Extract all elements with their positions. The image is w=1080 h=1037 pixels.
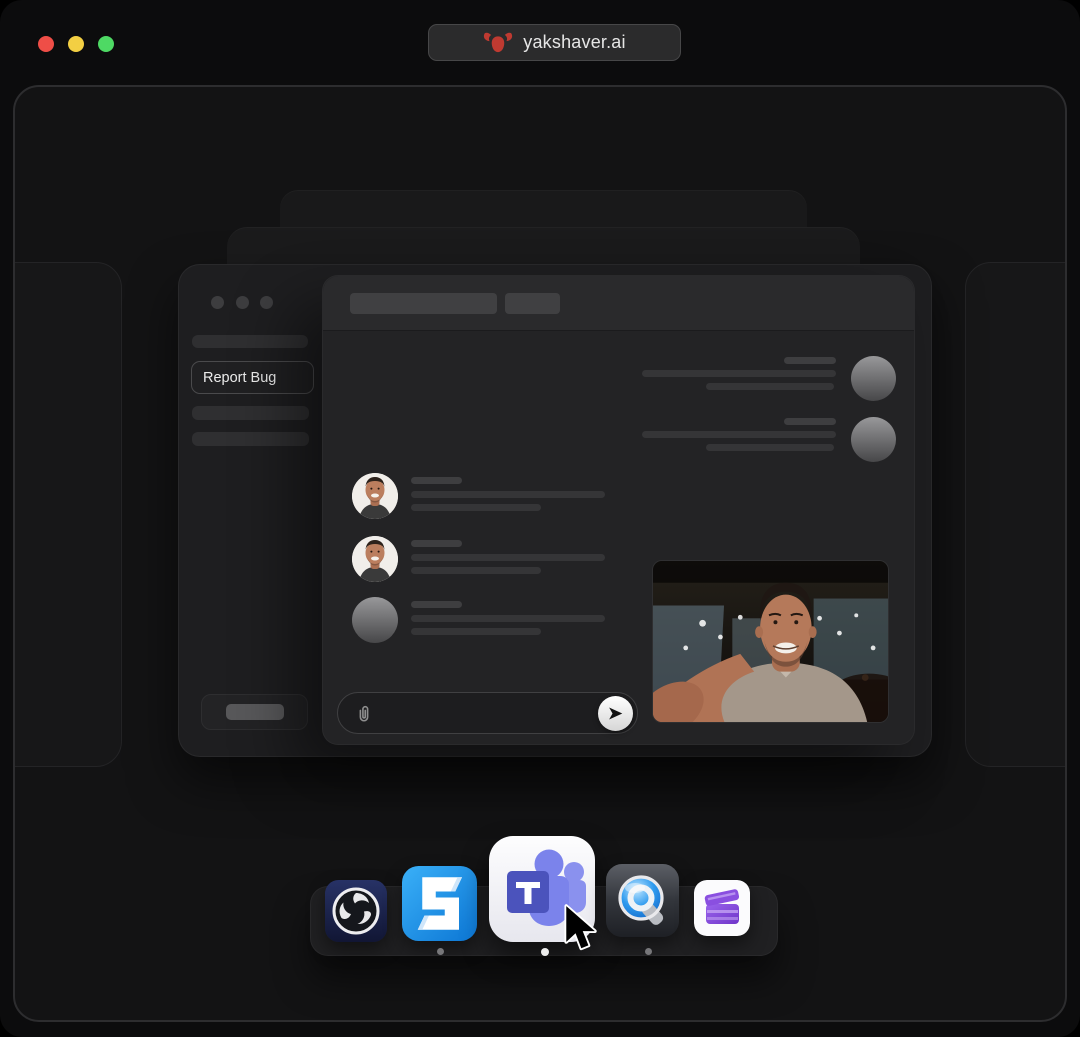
report-bug-button[interactable]: Report Bug [191, 361, 314, 394]
avatar [352, 536, 398, 582]
skeleton-bar [411, 491, 605, 498]
skeleton-bar [411, 554, 605, 561]
chat-window [322, 275, 915, 745]
skeleton-bar [784, 357, 836, 364]
skeleton-bar [411, 615, 605, 622]
video-tile[interactable] [652, 560, 889, 723]
skeleton-bar [411, 628, 541, 635]
skeleton-bar [706, 383, 834, 390]
skeleton-bar [192, 406, 309, 420]
address-bar[interactable]: yakshaver.ai [428, 24, 681, 61]
skeleton-bar [350, 293, 497, 314]
skeleton-bar [192, 432, 309, 446]
dock-item-quicktime[interactable] [606, 864, 679, 937]
window-dot [211, 296, 224, 309]
app-window: yakshaver.ai Report Bug [0, 0, 1080, 1037]
dock-item-snagit[interactable] [402, 866, 477, 941]
site-title: yakshaver.ai [523, 32, 625, 53]
skeleton-bar [411, 601, 462, 608]
zoom-button[interactable] [98, 36, 114, 52]
selfie-video-man [653, 561, 888, 722]
running-indicator-snagit [437, 948, 444, 955]
paperclip-icon[interactable] [355, 703, 373, 725]
dock-item-clipchamp[interactable] [694, 880, 750, 936]
window-dot [236, 296, 249, 309]
skeleton-bar [706, 444, 834, 451]
carousel-card-right [965, 262, 1067, 767]
snagit-icon [402, 866, 477, 941]
sidebar-bottom-button[interactable] [201, 694, 308, 730]
report-window: Report Bug [178, 264, 932, 757]
send-icon [607, 705, 624, 722]
running-indicator-teams [541, 948, 549, 956]
skeleton-bar [411, 567, 541, 574]
avatar [352, 597, 398, 643]
skeleton-bar [642, 431, 836, 438]
carousel-card-left [13, 262, 122, 767]
running-indicator-quicktime [645, 948, 652, 955]
avatar [851, 356, 896, 401]
avatar [851, 417, 896, 462]
chat-header [323, 276, 914, 331]
close-button[interactable] [38, 36, 54, 52]
yak-icon [483, 32, 513, 53]
skeleton-bar [784, 418, 836, 425]
minimize-button[interactable] [68, 36, 84, 52]
window-dot [260, 296, 273, 309]
obs-icon [325, 880, 387, 942]
skeleton-bar [411, 540, 462, 547]
skeleton-bar [642, 370, 836, 377]
skeleton-bar [505, 293, 560, 314]
clipchamp-icon [694, 880, 750, 936]
mouse-cursor-icon [562, 903, 602, 955]
dock-item-obs[interactable] [325, 880, 387, 942]
skeleton-bar [411, 477, 462, 484]
quicktime-icon [606, 864, 679, 937]
skeleton-bar [226, 704, 284, 720]
skeleton-bar [192, 335, 308, 348]
send-button[interactable] [598, 696, 633, 731]
message-input[interactable] [337, 692, 638, 734]
skeleton-bar [411, 504, 541, 511]
avatar [352, 473, 398, 519]
